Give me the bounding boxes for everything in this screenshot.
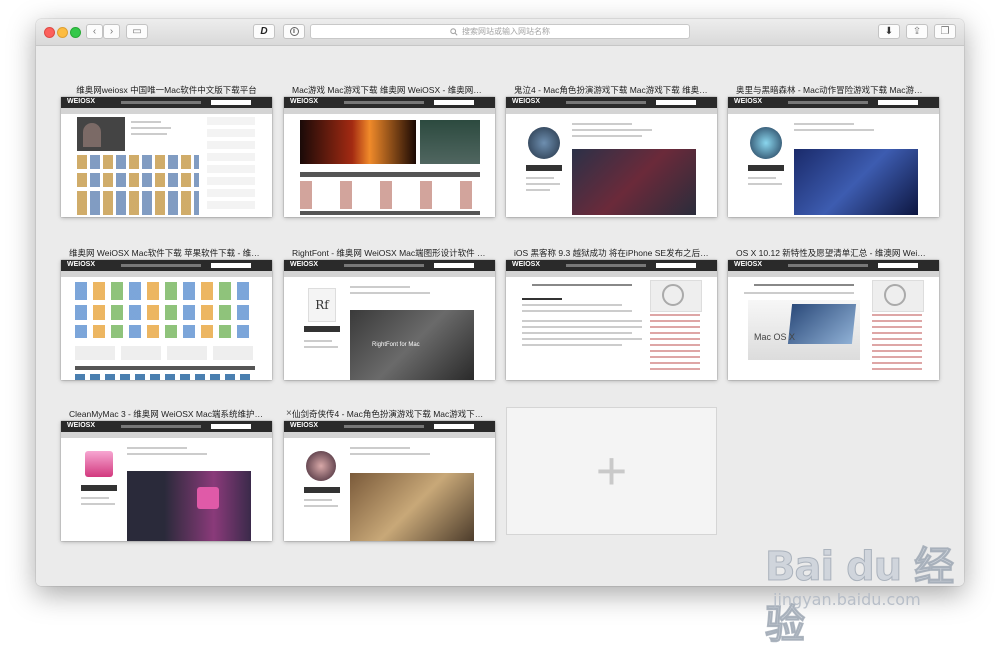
tab-thumbnail: WEIOSX — [506, 260, 717, 380]
tab-thumbnail: WEIOSX — [506, 97, 717, 217]
thumb-heading: Mac OS X — [754, 332, 796, 342]
tab-thumbnail: WEIOSX — [61, 260, 272, 380]
site-logo: WEIOSX — [290, 261, 319, 268]
download-icon: ⬇ — [884, 25, 894, 37]
tab-card[interactable]: iOS 黑客称 9.3 越狱成功 将在iPhone SE发布之后公... WEI… — [506, 246, 717, 380]
tab-title: 维奥网 WeiOSX Mac软件下载 苹果软件下载 - 维奥网... — [69, 248, 272, 258]
site-logo: WEIOSX — [734, 261, 763, 268]
back-icon: ‹ — [92, 25, 97, 37]
thumb-heading: RightFont for Mac — [372, 342, 420, 348]
extension-icon: D — [260, 25, 268, 37]
tab-title: 鬼泣4 - Mac角色扮演游戏下载 Mac游戏下载 维奥网... — [514, 85, 715, 95]
tab-card[interactable]: 维奥网 WeiOSX Mac软件下载 苹果软件下载 - 维奥网... WEIOS… — [61, 246, 272, 380]
tab-thumbnail: WEIOSX — [61, 97, 272, 217]
tab-title: Mac游戏 Mac游戏下载 维奥网 WeiOSX - 维奥网weio... — [292, 85, 495, 95]
tabs-icon: ❐ — [940, 25, 950, 37]
tab-title: OS X 10.12 新特性及愿望清单汇总 - 维澳网 WeiOSX... — [736, 248, 939, 258]
address-bar[interactable]: 搜索网站或输入网站名称 — [310, 24, 690, 39]
tab-card[interactable]: × 仙剑奇侠传4 - Mac角色扮演游戏下载 Mac游戏下载... WEIOSX — [284, 407, 495, 541]
plus-icon: + — [595, 441, 628, 501]
minimize-window-button[interactable] — [57, 27, 68, 38]
site-logo: WEIOSX — [290, 422, 319, 429]
site-logo: WEIOSX — [290, 98, 319, 105]
tab-thumbnail: WEIOSX Rf RightFont for Mac — [284, 260, 495, 380]
sidebar-button[interactable]: ▭ — [126, 24, 148, 39]
tab-title: 维奥网weiosx 中国唯一Mac软件中文版下载平台 — [76, 85, 257, 95]
tab-title: iOS 黑客称 9.3 越狱成功 将在iPhone SE发布之后公... — [514, 248, 716, 258]
info-button[interactable]: i — [283, 24, 305, 39]
tab-card[interactable]: RightFont - 维奥网 WeiOSX Mac端图形设计软件 Ma... … — [284, 246, 495, 380]
site-logo: WEIOSX — [67, 422, 96, 429]
close-tab-icon[interactable]: × — [286, 407, 292, 421]
tab-title: RightFont - 维奥网 WeiOSX Mac端图形设计软件 Ma... — [292, 248, 495, 258]
tab-card[interactable]: OS X 10.12 新特性及愿望清单汇总 - 维澳网 WeiOSX... WE… — [728, 246, 939, 380]
zoom-window-button[interactable] — [70, 27, 81, 38]
share-icon: ⇪ — [912, 25, 922, 37]
tab-card[interactable]: 维奥网weiosx 中国唯一Mac软件中文版下载平台 WEIOSX — [61, 83, 272, 217]
address-placeholder: 搜索网站或输入网站名称 — [462, 27, 550, 36]
downloads-button[interactable]: ⬇ — [878, 24, 900, 39]
watermark: Bai du 经验 jingyan.baidu.com — [765, 528, 955, 649]
tab-thumbnail: WEIOSX Mac OS X — [728, 260, 939, 380]
tab-card[interactable]: Mac游戏 Mac游戏下载 维奥网 WeiOSX - 维奥网weio... WE… — [284, 83, 495, 217]
back-button[interactable]: ‹ — [86, 24, 103, 39]
tab-title-text: 仙剑奇侠传4 - Mac角色扮演游戏下载 Mac游戏下载... — [292, 409, 491, 419]
info-icon: i — [289, 27, 299, 36]
tab-thumbnail: WEIOSX — [284, 421, 495, 541]
site-logo: WEIOSX — [512, 261, 541, 268]
share-button[interactable]: ⇪ — [906, 24, 928, 39]
site-logo: WEIOSX — [67, 261, 96, 268]
tab-title: CleanMyMac 3 - 维奥网 WeiOSX Mac端系统维护软... — [69, 409, 271, 419]
close-window-button[interactable] — [44, 27, 55, 38]
site-logo: WEIOSX — [734, 98, 763, 105]
show-tabs-button[interactable]: ❐ — [934, 24, 956, 39]
tab-thumbnail: WEIOSX — [728, 97, 939, 217]
sidebar-icon: ▭ — [132, 25, 142, 37]
watermark-url: jingyan.baidu.com — [773, 590, 921, 609]
new-tab-button[interactable]: + — [506, 407, 717, 535]
tab-title: 奥里与黑暗森林 - Mac动作冒险游戏下载 Mac游戏下... — [736, 85, 939, 95]
forward-button[interactable]: › — [103, 24, 120, 39]
forward-icon: › — [109, 25, 114, 37]
tab-thumbnail: WEIOSX — [284, 97, 495, 217]
tab-thumbnail: WEIOSX — [61, 421, 272, 541]
extension-button[interactable]: D — [253, 24, 275, 39]
tab-card[interactable]: 鬼泣4 - Mac角色扮演游戏下载 Mac游戏下载 维奥网... WEIOSX — [506, 83, 717, 217]
tab-title: × 仙剑奇侠传4 - Mac角色扮演游戏下载 Mac游戏下载... — [284, 407, 495, 421]
safari-window: ‹ › ▭ D i 搜索网站或输入网站名称 ⬇ ⇪ ❐ 维奥网weiosx 中国… — [36, 19, 964, 586]
tab-overview: 维奥网weiosx 中国唯一Mac软件中文版下载平台 WEIOSX Mac游戏 … — [36, 46, 964, 586]
toolbar: ‹ › ▭ D i 搜索网站或输入网站名称 ⬇ ⇪ ❐ — [36, 19, 964, 46]
site-logo: WEIOSX — [67, 98, 96, 105]
tab-card[interactable]: CleanMyMac 3 - 维奥网 WeiOSX Mac端系统维护软... W… — [61, 407, 272, 541]
site-logo: WEIOSX — [512, 98, 541, 105]
tab-card[interactable]: 奥里与黑暗森林 - Mac动作冒险游戏下载 Mac游戏下... WEIOSX — [728, 83, 939, 217]
search-icon — [450, 27, 458, 36]
